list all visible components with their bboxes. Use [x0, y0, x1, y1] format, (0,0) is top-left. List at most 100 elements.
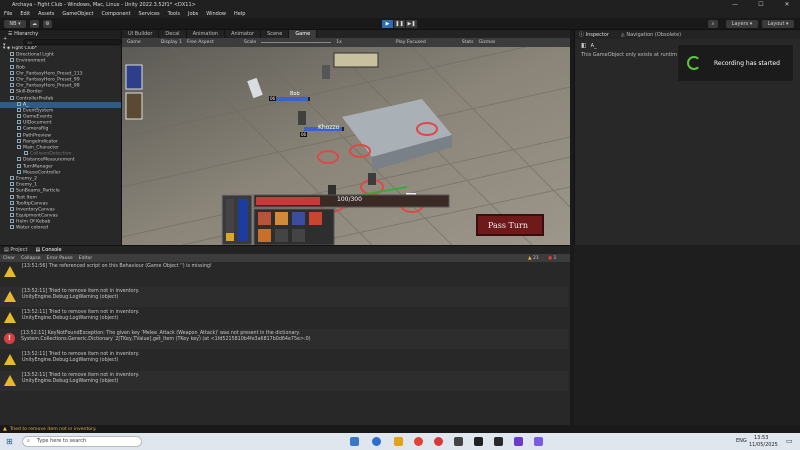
- step-button[interactable]: ▶❚: [406, 20, 417, 28]
- menu-component[interactable]: Component: [102, 11, 131, 17]
- pause-button[interactable]: ❚❚: [394, 20, 405, 28]
- chrome-icon[interactable]: [414, 437, 423, 446]
- hierarchy-item-label: Skill-Border: [16, 89, 43, 95]
- console-message: [13:52:11] Tried to remove item not in i…: [22, 287, 139, 301]
- pass-turn-label[interactable]: Pass Turn: [488, 221, 528, 230]
- tab-ui-builder[interactable]: UI Builder: [122, 30, 160, 38]
- warning-icon: [4, 375, 16, 386]
- close-button[interactable]: ✕: [774, 0, 800, 10]
- menu-assets[interactable]: Assets: [38, 11, 54, 17]
- menu-edit[interactable]: Edit: [20, 11, 30, 17]
- error-pause-button[interactable]: Error Pause: [47, 256, 73, 261]
- taskbar-search-icon: ⌕: [27, 438, 30, 444]
- aspect-dropdown[interactable]: Free Aspect: [187, 40, 214, 45]
- menu-help[interactable]: Help: [234, 11, 245, 17]
- hierarchy-item-label: Water colored: [16, 225, 48, 231]
- editor-dropdown[interactable]: Editor: [79, 256, 93, 261]
- display-dropdown[interactable]: Display 1: [161, 40, 182, 45]
- hierarchy-item-label: TurnManager: [23, 164, 53, 170]
- minimize-button[interactable]: —: [722, 0, 748, 10]
- tab-animation[interactable]: Animation: [187, 30, 226, 38]
- game-controller-icon[interactable]: [454, 437, 463, 446]
- hierarchy-item-label: MouseController: [23, 170, 61, 176]
- game-view[interactable]: Bob 06 Khozzo 06 100/300 Pass Turn: [122, 47, 570, 245]
- notification-icon[interactable]: ▭: [786, 437, 793, 445]
- enemy-character: [322, 65, 330, 79]
- error-count[interactable]: ● 1: [548, 256, 556, 261]
- menu-window[interactable]: Window: [206, 11, 226, 17]
- hierarchy-tab[interactable]: ☰ Hierarchy: [0, 30, 121, 38]
- cloud-icon[interactable]: ☁: [30, 20, 39, 28]
- opera-icon[interactable]: [434, 437, 443, 446]
- menu-tools[interactable]: Tools: [168, 11, 180, 17]
- warning-count-icon: ▲: [528, 255, 532, 261]
- stats-button[interactable]: Stats: [462, 40, 474, 45]
- maximize-button[interactable]: ☐: [748, 0, 774, 10]
- tab-console[interactable]: ▤ Console: [35, 247, 61, 253]
- search-icon[interactable]: ⌕: [708, 20, 718, 28]
- tab-game[interactable]: Game: [289, 30, 318, 38]
- unity-hub-icon[interactable]: [494, 437, 503, 446]
- file-explorer-icon[interactable]: [394, 437, 403, 446]
- hierarchy-search-input[interactable]: [23, 39, 121, 45]
- menu-gameobject[interactable]: GameObject: [62, 11, 93, 17]
- unity-icon[interactable]: [474, 437, 483, 446]
- collapse-button[interactable]: Collapse: [21, 256, 41, 261]
- console-entry[interactable]: [13:51:56] The referenced script on this…: [0, 262, 568, 282]
- record-icon[interactable]: [534, 437, 543, 446]
- warning-count[interactable]: ▲ 21: [528, 256, 539, 261]
- scale-slider[interactable]: [261, 42, 332, 43]
- hierarchy-item-label: EquipmentCanvas: [16, 213, 58, 219]
- menu-jobs[interactable]: Jobs: [188, 11, 198, 17]
- play-focused-dropdown[interactable]: Play Focused: [396, 40, 426, 45]
- console-message: [13:52:11] Tried to remove item not in i…: [22, 371, 139, 385]
- tab-navigation[interactable]: ◬ Navigation (Obsolete): [621, 32, 681, 38]
- gameobject-icon: [17, 138, 21, 143]
- account-button[interactable]: NB ▾: [4, 20, 26, 28]
- hierarchy-item-label: ControllerPrefab: [16, 96, 54, 101]
- tab-project[interactable]: ▤ Project: [4, 247, 27, 253]
- menu-services[interactable]: Services: [139, 11, 160, 17]
- warning-count-value: 21: [533, 255, 539, 261]
- hierarchy-item[interactable]: Water colored: [0, 225, 121, 231]
- console-line-2: UnityEngine.Debug:LogWarning (object): [22, 358, 119, 363]
- gizmos-button[interactable]: Gizmos: [479, 40, 496, 45]
- layout-label: Layout: [767, 21, 785, 27]
- layers-dropdown[interactable]: Layers ▾: [726, 20, 758, 28]
- mail-icon[interactable]: [350, 437, 359, 446]
- gameobject-icon: [10, 194, 14, 199]
- settings-icon[interactable]: ⚙: [43, 20, 52, 28]
- taskbar-search[interactable]: ⌕ Type here to search: [22, 436, 142, 447]
- tab-scene[interactable]: Scene: [261, 30, 290, 38]
- console-entry[interactable]: ! [13:52:11] KeyNotFoundException: The gi…: [0, 329, 568, 349]
- windows-start-icon[interactable]: ⊞: [6, 437, 13, 446]
- game-mode-dropdown[interactable]: Game: [127, 40, 141, 45]
- gameobject-icon: [10, 52, 14, 57]
- game-toolbar: Game Display 1 Free Aspect Scale 1x Play…: [122, 38, 570, 47]
- error-count-icon: ●: [548, 255, 553, 261]
- hierarchy-item-label: UIDocument: [23, 120, 52, 126]
- hierarchy-panel: ☰ Hierarchy + ▾ ▾ ◈ Fight Club* Directio…: [0, 30, 122, 245]
- clock-date[interactable]: 11/05/2025: [749, 442, 778, 448]
- console-entry[interactable]: [13:52:11] Tried to remove item not in i…: [0, 350, 568, 370]
- status-bar: ▲ Tried to remove item not in inventory.: [0, 425, 800, 433]
- clear-button[interactable]: Clear: [3, 256, 15, 261]
- menu-file[interactable]: File: [4, 11, 12, 17]
- visual-studio-icon[interactable]: [514, 437, 523, 446]
- console-entry[interactable]: [13:52:11] Tried to remove item not in i…: [0, 371, 568, 391]
- tab-inspector[interactable]: ⓘ Inspector: [579, 31, 609, 38]
- console-entry[interactable]: [13:52:11] Tried to remove item not in i…: [0, 287, 568, 307]
- hierarchy-item-label: A_: [23, 102, 29, 108]
- tab-animator[interactable]: Animator: [225, 30, 262, 38]
- hierarchy-item-label: TooltipCanvas: [16, 201, 48, 207]
- gameobject-icon: [10, 175, 14, 180]
- gameobject-icon: [10, 213, 14, 218]
- tab-decal[interactable]: Decal: [159, 30, 187, 38]
- clock-time[interactable]: 13:53: [754, 435, 768, 441]
- language-indicator[interactable]: ENG: [736, 438, 747, 444]
- edge-icon[interactable]: [372, 437, 381, 446]
- console-entry[interactable]: [13:52:11] Tried to remove item not in i…: [0, 308, 568, 328]
- turn-portrait-2: [125, 92, 143, 120]
- layout-dropdown[interactable]: Layout ▾: [762, 20, 794, 28]
- play-button[interactable]: ▶: [382, 20, 393, 28]
